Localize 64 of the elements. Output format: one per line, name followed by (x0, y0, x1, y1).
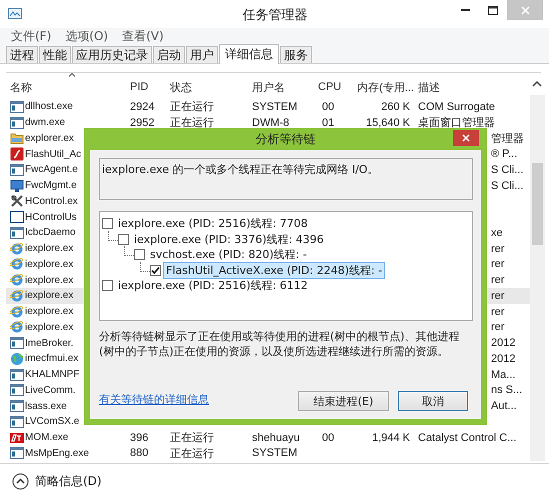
window-title: 任务管理器 (242, 7, 308, 24)
table-cell-text: SYSTEM (251, 100, 298, 113)
table-cell-text: 00 (321, 432, 336, 444)
table-cell-text: 管理器 (490, 132, 525, 146)
table-cell-text: DWM-8 (251, 116, 290, 129)
table-cell-text: 桌面窗口管理器 (417, 116, 496, 130)
table-cell-text: 01 (321, 116, 336, 129)
process-name: iexplore.ex (25, 290, 74, 302)
table-cell-text: rer (490, 258, 506, 270)
table-cell-text: rer (490, 306, 506, 318)
process-name: imecfmui.ex (25, 353, 78, 364)
message-text: iexplore.exe 的一个或多个线程正在等待完成网络 I/O。 (99, 158, 473, 200)
process-name: LiveComm. (25, 384, 76, 396)
table-cell-text: rer (490, 274, 506, 286)
table-cell-text: 1,944 K (371, 432, 411, 444)
table-cell-text: ns S... (490, 384, 524, 396)
process-name: explorer.ex (25, 132, 74, 144)
process-name: dllhost.exe (25, 101, 73, 112)
table-cell-text: Aut... (490, 400, 518, 412)
process-name: ImeBroker. (25, 338, 74, 349)
table-cell-text: 15,640 K (364, 116, 411, 129)
table-cell-text: shehuayu (251, 432, 301, 444)
table-cell-text: 260 K (380, 100, 411, 113)
process-name: iexplore.ex (25, 258, 74, 270)
table-cell-text: 正在运行 (169, 446, 215, 461)
table-cell-text: ® P... (490, 148, 518, 160)
table-cell-text: 2924 (129, 100, 156, 113)
process-name: iexplore.ex (25, 322, 74, 333)
table-cell-text: 880 (129, 447, 150, 460)
table-cell-text: rer (490, 242, 506, 255)
table-cell-text: S Cli... (490, 180, 524, 192)
table-cell-text: rer (490, 321, 506, 334)
process-name: IcbcDaemo (25, 227, 76, 238)
table-cell-text: 2012 (490, 337, 516, 350)
process-name: HControl.ex (25, 196, 78, 207)
dialog-title: 分析等待链 (256, 130, 316, 148)
process-name: iexplore.ex (25, 306, 74, 318)
table-cell-text: rer (490, 290, 506, 302)
process-name: dwm.exe (25, 117, 66, 128)
table-cell-text: xe (490, 226, 504, 239)
table-cell-text: 00 (321, 100, 336, 113)
table-cell-text: SYSTEM (251, 447, 298, 460)
table-cell-text: COM Surrogate (417, 100, 496, 113)
process-name: iexplore.ex (25, 243, 74, 254)
process-name: MsMpEng.exe (25, 448, 89, 459)
table-cell-text: 正在运行 (169, 431, 215, 446)
process-name: FwcMgmt.e (25, 180, 77, 192)
process-name: FlashUtil_Ac (25, 148, 82, 160)
process-name: HControlUs (25, 212, 77, 223)
process-name: KHALMNPF (25, 369, 80, 380)
table-cell-text: 396 (129, 432, 150, 444)
table-cell-text: 正在运行 (169, 100, 215, 114)
process-name: iexplore.ex (25, 274, 74, 286)
table-cell-text: 正在运行 (169, 116, 215, 130)
process-name: LVComSX.e (25, 416, 80, 428)
description-text: 分析等待链树显示了正在使用或等待使用的进程(树中的根节点)、其他进程(树中的子节点)正在使用的资源，以及使所选进程继续进行所需的资源。 (99, 329, 461, 359)
table-cell-text: Ma... (490, 368, 516, 381)
table-cell-text: Catalyst Control C... (417, 432, 518, 444)
process-name: lsass.exe (25, 400, 67, 412)
process-name: MOM.exe (25, 432, 68, 444)
table-cell-text: 2952 (129, 116, 156, 129)
process-name: FwcAgent.e (25, 164, 78, 176)
table-cell-text: 2012 (490, 352, 516, 365)
table-cell-text: S Cli... (490, 164, 524, 176)
